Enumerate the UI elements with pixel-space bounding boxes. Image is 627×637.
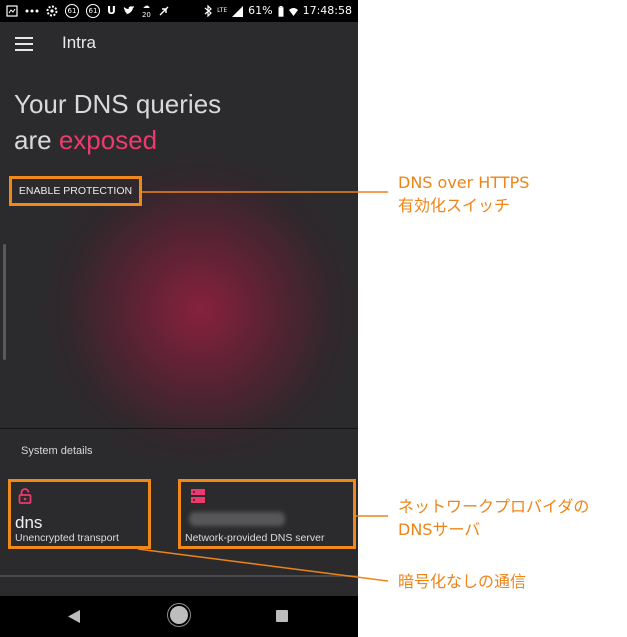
blurred-dns-address (189, 512, 285, 526)
unencrypted-callout: 暗号化なしの通信 (398, 572, 527, 591)
enable-protection-button[interactable]: ENABLE PROTECTION (9, 176, 142, 206)
lte-icon: LTE (217, 7, 228, 14)
server-icon (191, 489, 205, 503)
section-divider (0, 428, 358, 429)
status-bar-left: 61 61 U ☁ 20 (0, 0, 170, 22)
phone-screen: 61 61 U ☁ 20 LTE 61% 17:48:58 Intra Your … (0, 0, 358, 637)
settings-icon (46, 5, 58, 17)
scrollbar[interactable] (3, 244, 6, 360)
badge-61b-icon: 61 (86, 4, 100, 18)
notification-icon (6, 5, 18, 17)
app-bar: Intra (0, 22, 358, 68)
unlocked-icon (18, 488, 32, 504)
uber-icon: U (107, 4, 116, 17)
headline-accent: exposed (58, 125, 158, 155)
clock: 17:48:58 (302, 4, 352, 17)
wifi-icon (288, 7, 298, 16)
signal-icon (232, 5, 244, 17)
navigation-bar (0, 596, 358, 637)
hamburger-menu-icon[interactable] (15, 37, 33, 51)
badge-61-icon: 61 (65, 4, 79, 18)
dns-transport-card[interactable]: dns Unencrypted transport (8, 479, 151, 549)
twitter-icon (123, 6, 135, 15)
doh-callout-line2: 有効化スイッチ (398, 196, 511, 215)
headline-line2: are exposed (14, 122, 221, 158)
doh-callout-line1: DNS over HTTPS (398, 173, 530, 192)
weather-badge: 20 (141, 11, 151, 19)
bluetooth-icon (204, 5, 213, 17)
dns-card-title: dns (15, 513, 43, 532)
provider-callout-line2: DNSサーバ (398, 520, 481, 539)
feather-icon (159, 6, 169, 16)
home-icon[interactable] (170, 606, 188, 624)
doh-callout: DNS over HTTPS 有効化スイッチ (398, 171, 529, 217)
status-bar: 61 61 U ☁ 20 LTE 61% 17:48:58 (0, 0, 358, 22)
provider-callout: ネットワークプロバイダの DNSサーバ (398, 495, 589, 541)
recents-icon[interactable] (276, 610, 288, 622)
app-title: Intra (62, 33, 97, 52)
headline-line1: Your DNS queries (14, 89, 222, 119)
status-bar-right: LTE 61% 17:48:58 (204, 0, 358, 22)
weather-icon: ☁ 20 (141, 2, 151, 19)
back-icon[interactable] (68, 610, 80, 623)
headline: Your DNS queries are exposed (14, 86, 221, 158)
battery-icon (278, 5, 284, 17)
server-card-subtitle: Network-provided DNS server (185, 532, 325, 544)
battery-percent: 61% (248, 4, 273, 17)
provider-callout-line1: ネットワークプロバイダの (398, 497, 590, 516)
section-title: System details (21, 445, 93, 457)
bottom-divider (0, 575, 358, 577)
dots-icon (25, 9, 39, 13)
dns-card-subtitle: Unencrypted transport (15, 532, 119, 544)
headline-prefix: are (14, 125, 59, 155)
dns-server-card[interactable]: Network-provided DNS server (178, 479, 356, 549)
